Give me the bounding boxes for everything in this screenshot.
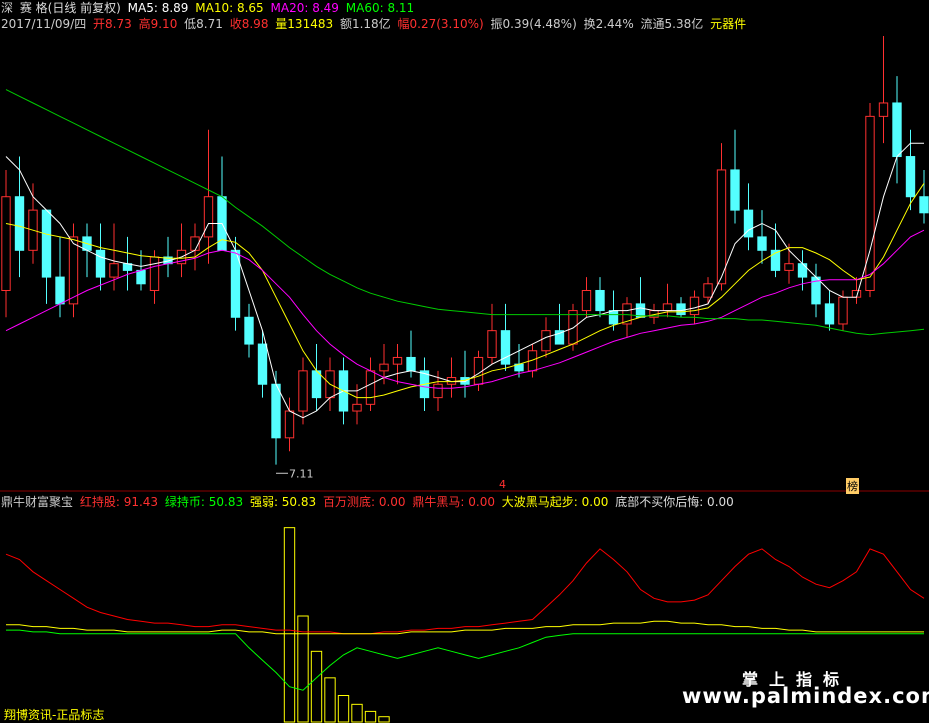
stock-chart-canvas[interactable]: 7.11 xyxy=(0,0,929,723)
indicator-bar xyxy=(310,650,323,723)
signal-mark-right: 榜 xyxy=(846,478,859,494)
indicator-bar xyxy=(283,527,296,723)
candle-body xyxy=(892,102,902,158)
candle-body xyxy=(757,236,767,251)
watermark-top-left: 翔博资讯-正品标志 xyxy=(4,708,105,722)
signal-mark-left: 4 xyxy=(499,478,506,491)
candle-body xyxy=(284,410,295,439)
price-header-row-1: 深 赛 格(日线 前复权) MA5: 8.89 MA10: 8.65 MA20:… xyxy=(1,1,417,15)
candle-body xyxy=(716,169,727,285)
candle-body xyxy=(919,196,929,214)
ma60-line xyxy=(5,89,925,336)
sector-label: 元器件 xyxy=(710,17,747,31)
candle-body xyxy=(838,296,848,325)
candle-body xyxy=(1,196,11,291)
candle-body xyxy=(595,289,605,312)
indicator-bar xyxy=(337,695,350,723)
indicator-hong: 红持股: 91.43 xyxy=(79,495,159,509)
indicator-bar xyxy=(378,716,390,723)
candle-body xyxy=(905,156,916,198)
candle-body xyxy=(878,102,889,117)
indicator-bar xyxy=(351,703,363,723)
indicator-name[interactable]: 鼎牛财富聚宝 xyxy=(1,495,73,509)
candle-body xyxy=(392,356,403,365)
candle-body xyxy=(352,403,362,412)
amplitude-label: 振0.39(4.48%) xyxy=(490,17,577,31)
change-label: 幅0.27(3.10%) xyxy=(397,17,484,31)
candle-body xyxy=(365,370,376,405)
watermark-url: www.palmindex.com xyxy=(682,684,929,708)
ma5-value: MA5: 8.89 xyxy=(127,1,189,15)
candle-body xyxy=(703,283,713,298)
candle-body xyxy=(109,263,119,278)
candle-body xyxy=(662,303,673,312)
candle-body xyxy=(824,303,835,325)
indicator-dn: 鼎牛黑马: 0.00 xyxy=(412,495,495,509)
candle-body xyxy=(676,303,686,316)
candle-body xyxy=(473,356,484,385)
high-label: 高9.10 xyxy=(138,17,178,31)
indicator-bar xyxy=(364,710,377,723)
candle-body xyxy=(608,310,619,325)
indicator-bw: 百万测底: 0.00 xyxy=(322,495,406,509)
ma20-value: MA20: 8.49 xyxy=(270,1,339,15)
candle-body xyxy=(797,263,808,278)
low-price-label: 7.11 xyxy=(289,467,314,480)
close-label: 收8.98 xyxy=(229,17,269,31)
candle-body xyxy=(784,263,794,271)
indicator-line xyxy=(5,548,925,635)
indicator-db: 大波黑马起步: 0.00 xyxy=(501,495,609,509)
indicator-bar xyxy=(324,677,336,723)
candle-body xyxy=(68,236,79,305)
float-label: 流通5.38亿 xyxy=(640,17,704,31)
candle-body xyxy=(433,383,443,399)
candle-body xyxy=(95,249,106,278)
candle-body xyxy=(298,370,308,412)
volume-label: 量131483 xyxy=(275,17,334,31)
candle-body xyxy=(203,196,214,238)
candle-body xyxy=(379,363,389,372)
indicator-dbu: 底部不买你后悔: 0.00 xyxy=(615,495,734,509)
open-label: 开8.73 xyxy=(93,17,132,31)
ma10-value: MA10: 8.65 xyxy=(195,1,264,15)
indicator-qr: 强弱: 50.83 xyxy=(249,495,317,509)
candle-body xyxy=(581,289,592,312)
indicator-lv: 绿持币: 50.83 xyxy=(164,495,244,509)
stock-name: 赛 格(日线 前复权) xyxy=(19,1,121,15)
candle-body xyxy=(41,209,52,278)
low-label: 低8.71 xyxy=(184,17,223,31)
candle-body xyxy=(487,330,497,358)
market-code: 深 xyxy=(1,1,14,15)
moving-average-lines: 7.11 xyxy=(5,89,925,480)
candle-body xyxy=(14,196,25,251)
candle-body xyxy=(730,169,740,211)
ma60-value: MA60: 8.11 xyxy=(345,1,415,15)
candle-body xyxy=(136,269,146,285)
candle-body xyxy=(257,343,268,385)
candle-body xyxy=(55,276,65,305)
date-label: 2017/11/09/四 xyxy=(1,17,87,31)
candle-body xyxy=(406,356,416,372)
candle-body xyxy=(311,370,322,399)
indicator-header: 鼎牛财富聚宝 红持股: 91.43 绿持币: 50.83 强弱: 50.83 百… xyxy=(1,495,737,509)
indicator-line xyxy=(6,620,924,635)
candle-body xyxy=(865,115,875,291)
candle-body xyxy=(271,383,281,439)
turnover-label: 换2.44% xyxy=(583,17,634,31)
candle-body xyxy=(541,330,551,352)
candle-body xyxy=(568,310,578,345)
candle-body xyxy=(689,296,700,316)
candle-body xyxy=(244,316,254,345)
candle-body xyxy=(149,256,160,291)
price-header-row-2: 2017/11/09/四 开8.73 高9.10 低8.71 收8.98 量13… xyxy=(1,17,749,31)
amount-label: 额1.18亿 xyxy=(339,17,391,31)
